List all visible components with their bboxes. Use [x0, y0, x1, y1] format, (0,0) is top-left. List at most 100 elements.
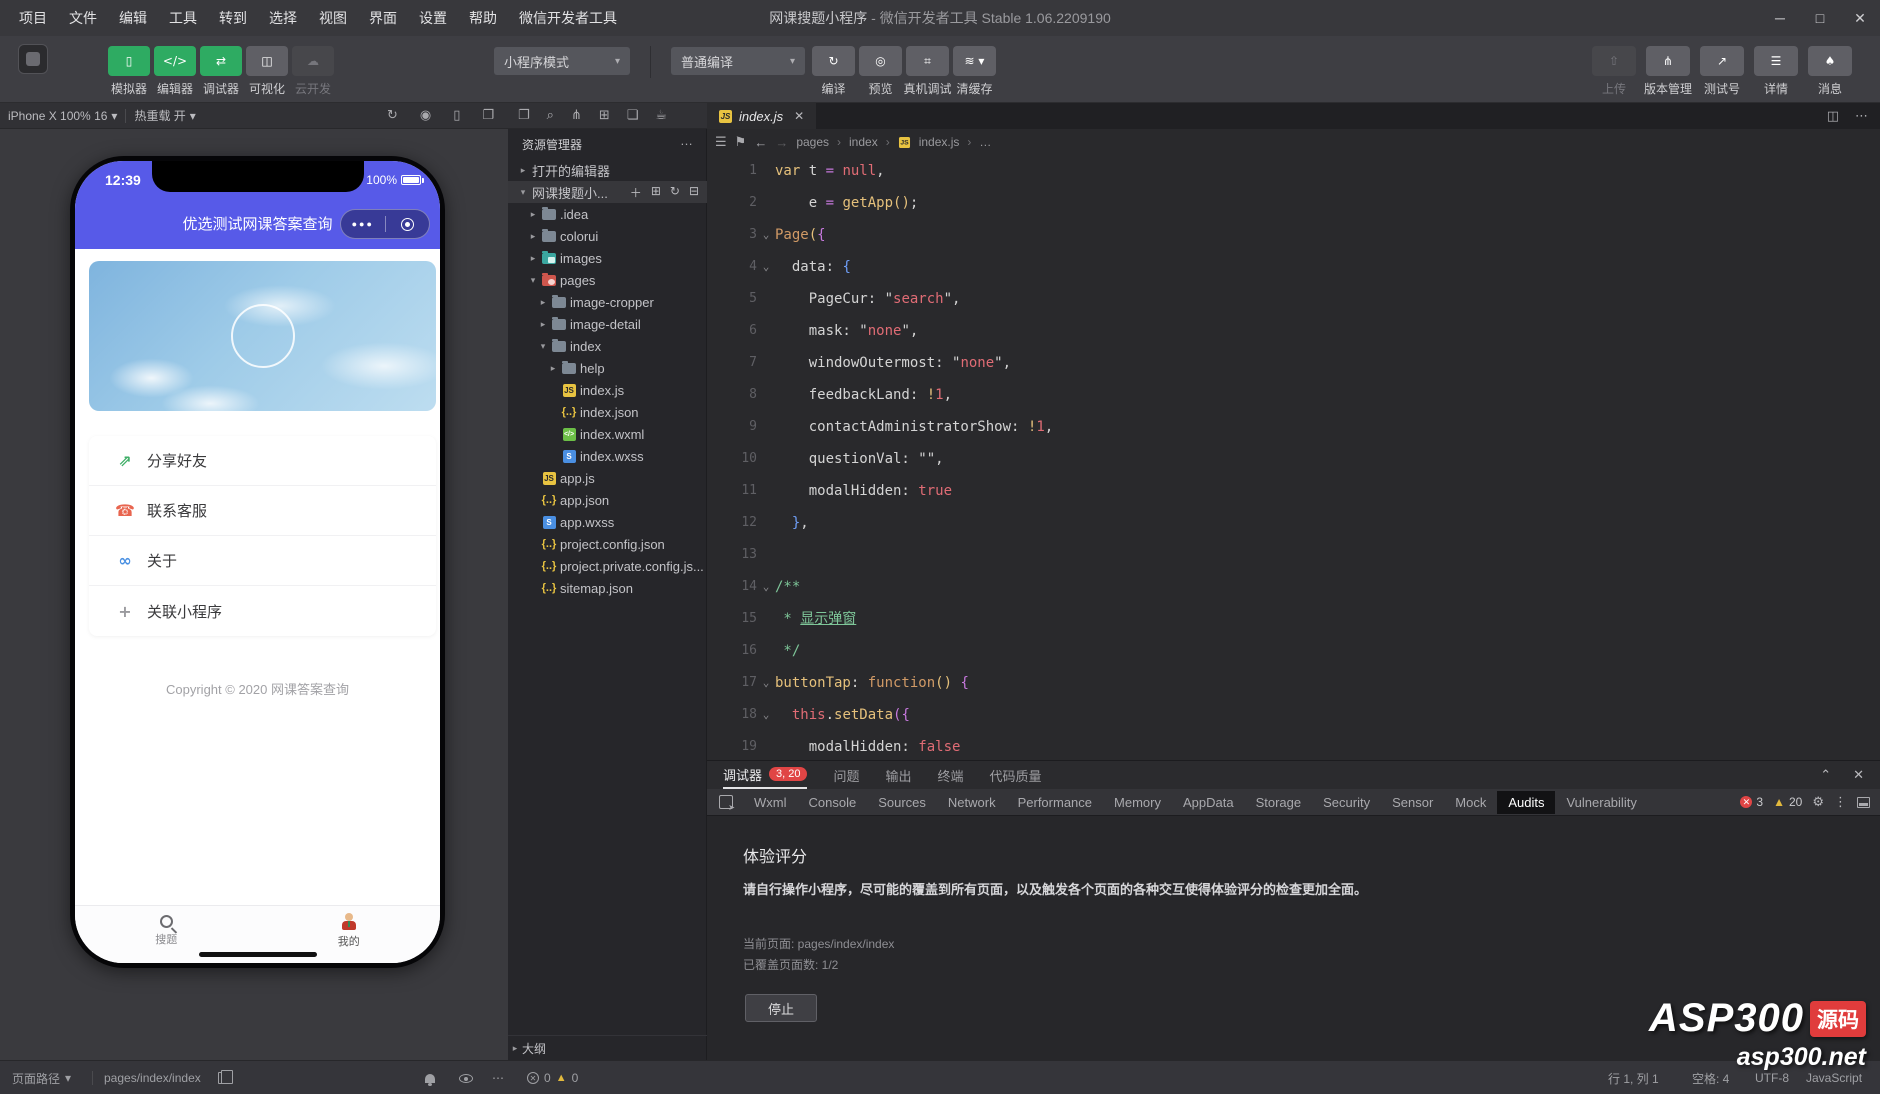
消息-button[interactable]: ♠: [1808, 46, 1852, 76]
menu-item-8[interactable]: 界面: [360, 4, 406, 32]
模拟器-button[interactable]: ▯: [108, 46, 150, 76]
extensions-icon[interactable]: ⊞: [599, 108, 610, 123]
tree-item-colorui[interactable]: ▸ colorui: [508, 225, 707, 247]
debugger-tab-问题[interactable]: 问题: [833, 761, 859, 789]
devtools-tab-security[interactable]: Security: [1312, 791, 1381, 814]
debugger-tab-终端[interactable]: 终端: [938, 761, 964, 789]
menu-item-2[interactable]: 文件: [60, 4, 106, 32]
collapse-panel-icon[interactable]: ⌃: [1820, 767, 1831, 783]
tree-item-image-detail[interactable]: ▸ image-detail: [508, 313, 707, 335]
kebab-menu-icon[interactable]: ⋮: [1834, 795, 1847, 810]
版本管理-button[interactable]: ⋔: [1646, 46, 1690, 76]
menu-item-关联小程序[interactable]: + 关联小程序: [89, 586, 436, 636]
cloud-tools-icon[interactable]: ☕: [655, 108, 667, 123]
tree-item-index.json[interactable]: {..} index.json: [508, 401, 707, 423]
breadcrumb-index[interactable]: index: [849, 135, 878, 149]
collapse-all-icon[interactable]: ⊟: [689, 184, 699, 201]
hot-reload-toggle[interactable]: 热重载 开 ▾: [126, 107, 203, 124]
menu-item-5[interactable]: 转到: [210, 4, 256, 32]
devtools-tab-vulnerability[interactable]: Vulnerability: [1555, 791, 1647, 814]
devtools-tab-audits[interactable]: Audits: [1497, 790, 1556, 814]
可视化-button[interactable]: ◫: [246, 46, 288, 76]
dock-panel-icon[interactable]: [1857, 796, 1870, 808]
devtools-tab-appdata[interactable]: AppData: [1172, 791, 1245, 814]
language-mode[interactable]: JavaScript: [1806, 1061, 1862, 1094]
device-select[interactable]: iPhone X 100% 16 ▾: [0, 109, 125, 123]
maximize-icon[interactable]: □: [1800, 0, 1840, 36]
new-folder-icon[interactable]: ⊞: [651, 184, 661, 201]
minimize-icon[interactable]: ─: [1760, 0, 1800, 36]
devtools-tab-storage[interactable]: Storage: [1245, 791, 1313, 814]
device-frame-icon[interactable]: ▯: [453, 108, 460, 123]
tree-item-sitemap.json[interactable]: {..} sitemap.json: [508, 577, 707, 599]
copy-path-icon[interactable]: [218, 1061, 233, 1094]
fold-chevron-icon[interactable]: ⌄: [757, 251, 775, 283]
menu-item-联系客服[interactable]: ☎ 联系客服: [89, 486, 436, 536]
page-path-select[interactable]: 页面路径 ▾: [12, 1061, 71, 1094]
tree-item-app.js[interactable]: JS app.js: [508, 467, 707, 489]
mode-select[interactable]: 小程序模式 ▾: [494, 47, 630, 75]
menu-item-6[interactable]: 选择: [260, 4, 306, 32]
devtools-tab-wxml[interactable]: Wxml: [743, 791, 798, 814]
breadcrumb-file[interactable]: index.js: [919, 135, 960, 149]
stop-button[interactable]: 停止: [745, 994, 817, 1022]
notifications-icon[interactable]: [425, 1061, 435, 1094]
tree-item-...[interactable]: ▾ 网课搜题小... ＋ ⊞ ↻ ⊟: [508, 181, 707, 203]
menu-item-1[interactable]: 项目: [10, 4, 56, 32]
tree-item-index[interactable]: ▾ index: [508, 335, 707, 357]
files-icon[interactable]: ❐: [518, 108, 530, 123]
menu-item-3[interactable]: 编辑: [110, 4, 156, 32]
more-icon[interactable]: ⋯: [1855, 109, 1868, 124]
project-avatar[interactable]: [18, 44, 48, 74]
inspect-element-icon[interactable]: [719, 795, 735, 812]
exit-miniprogram-icon[interactable]: [386, 217, 430, 231]
new-file-icon[interactable]: ＋: [630, 184, 642, 201]
fold-chevron-icon[interactable]: ⌄: [757, 667, 775, 699]
fold-chevron-icon[interactable]: ⌄: [757, 219, 775, 251]
menu-item-9[interactable]: 设置: [410, 4, 456, 32]
devtools-tab-network[interactable]: Network: [937, 791, 1007, 814]
menu-item-关于[interactable]: ∞ 关于: [89, 536, 436, 586]
tree-item-index.js[interactable]: JS index.js: [508, 379, 707, 401]
outline-section[interactable]: ▸ 大纲: [508, 1035, 707, 1060]
devtools-tab-console[interactable]: Console: [798, 791, 868, 814]
tree-item-project.private.config.js...[interactable]: {..} project.private.config.js...: [508, 555, 707, 577]
window-icon[interactable]: ❏: [627, 108, 639, 123]
menu-item-10[interactable]: 帮助: [460, 4, 506, 32]
close-icon[interactable]: ✕: [1840, 0, 1880, 36]
encoding-setting[interactable]: UTF-8: [1755, 1061, 1789, 1094]
back-icon[interactable]: ←: [754, 135, 767, 150]
breadcrumb-more[interactable]: …: [979, 135, 991, 149]
cursor-position[interactable]: 行 1, 列 1: [1608, 1061, 1659, 1094]
编译-button[interactable]: ↻: [812, 46, 855, 76]
bookmark-icon[interactable]: ⚑: [735, 134, 747, 150]
tree-item-project.config.json[interactable]: {..} project.config.json: [508, 533, 707, 555]
detach-window-icon[interactable]: ❐: [482, 108, 494, 123]
close-panel-icon[interactable]: ✕: [1853, 767, 1864, 783]
tree-item-[interactable]: ▸ 打开的编辑器: [508, 159, 707, 181]
tree-item-index.wxss[interactable]: Sindex.wxss: [508, 445, 707, 467]
tab-index-js[interactable]: JS index.js ✕: [707, 103, 817, 129]
rotate-icon[interactable]: ↻: [387, 108, 398, 123]
outline-list-icon[interactable]: ☰: [715, 134, 727, 150]
menu-item-分享好友[interactable]: ⇗ 分享好友: [89, 436, 436, 486]
debugger-tab-代码质量[interactable]: 代码质量: [990, 761, 1042, 789]
tree-item-app.wxss[interactable]: Sapp.wxss: [508, 511, 707, 533]
indent-setting[interactable]: 空格: 4: [1692, 1061, 1729, 1094]
more-menu-icon[interactable]: ●●●: [341, 219, 385, 229]
gear-icon[interactable]: ⚙: [1812, 795, 1824, 810]
split-editor-icon[interactable]: ◫: [1827, 109, 1839, 124]
tree-item-index.wxml[interactable]: </> index.wxml: [508, 423, 707, 445]
tree-item-help[interactable]: ▸ help: [508, 357, 707, 379]
menu-item-11[interactable]: 微信开发者工具: [510, 4, 626, 32]
close-tab-icon[interactable]: ✕: [794, 109, 804, 123]
menu-item-4[interactable]: 工具: [160, 4, 206, 32]
forward-icon[interactable]: →: [775, 135, 788, 150]
测试号-button[interactable]: ↗: [1700, 46, 1744, 76]
清缓存-button[interactable]: ≋ ▾: [953, 46, 996, 76]
refresh-icon[interactable]: ↻: [670, 184, 680, 201]
more-icon[interactable]: …: [680, 133, 694, 148]
预览-button[interactable]: ◎: [859, 46, 902, 76]
编辑器-button[interactable]: </>: [154, 46, 196, 76]
problems-counter[interactable]: ✕ 0 ▲ 0: [527, 1061, 578, 1094]
